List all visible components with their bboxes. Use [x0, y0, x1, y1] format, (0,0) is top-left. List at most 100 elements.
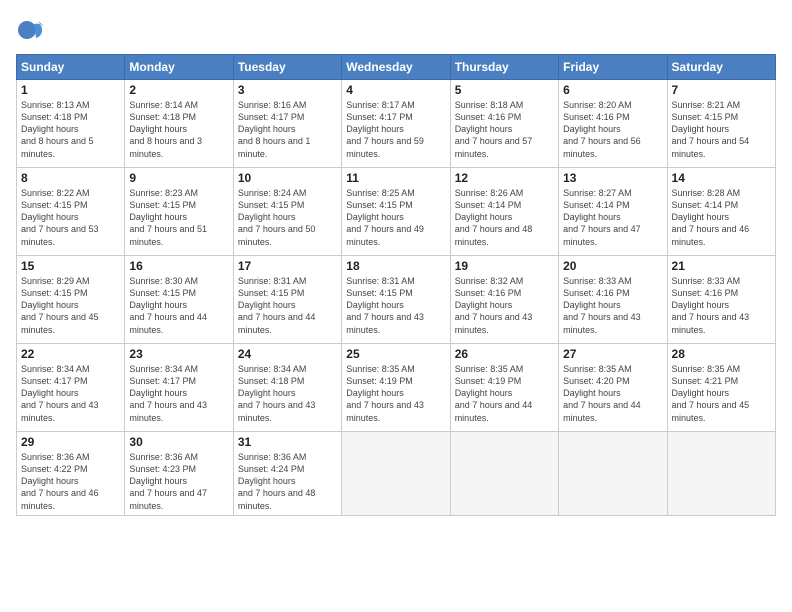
day-number: 6: [563, 83, 662, 97]
calendar-cell: 6 Sunrise: 8:20 AM Sunset: 4:16 PM Dayli…: [559, 80, 667, 168]
day-number: 3: [238, 83, 337, 97]
calendar-cell: 30 Sunrise: 8:36 AM Sunset: 4:23 PM Dayl…: [125, 432, 233, 516]
calendar-cell: 16 Sunrise: 8:30 AM Sunset: 4:15 PM Dayl…: [125, 256, 233, 344]
day-number: 15: [21, 259, 120, 273]
day-info: Sunrise: 8:36 AM Sunset: 4:22 PM Dayligh…: [21, 451, 120, 512]
day-info: Sunrise: 8:16 AM Sunset: 4:17 PM Dayligh…: [238, 99, 337, 160]
day-info: Sunrise: 8:14 AM Sunset: 4:18 PM Dayligh…: [129, 99, 228, 160]
calendar-cell: 28 Sunrise: 8:35 AM Sunset: 4:21 PM Dayl…: [667, 344, 775, 432]
week-row-2: 8 Sunrise: 8:22 AM Sunset: 4:15 PM Dayli…: [17, 168, 776, 256]
calendar-cell: 3 Sunrise: 8:16 AM Sunset: 4:17 PM Dayli…: [233, 80, 341, 168]
day-number: 13: [563, 171, 662, 185]
day-number: 18: [346, 259, 445, 273]
day-info: Sunrise: 8:36 AM Sunset: 4:24 PM Dayligh…: [238, 451, 337, 512]
header-row: SundayMondayTuesdayWednesdayThursdayFrid…: [17, 55, 776, 80]
day-info: Sunrise: 8:32 AM Sunset: 4:16 PM Dayligh…: [455, 275, 554, 336]
week-row-3: 15 Sunrise: 8:29 AM Sunset: 4:15 PM Dayl…: [17, 256, 776, 344]
day-number: 14: [672, 171, 771, 185]
calendar-table: SundayMondayTuesdayWednesdayThursdayFrid…: [16, 54, 776, 516]
day-number: 31: [238, 435, 337, 449]
calendar-cell: 21 Sunrise: 8:33 AM Sunset: 4:16 PM Dayl…: [667, 256, 775, 344]
day-info: Sunrise: 8:22 AM Sunset: 4:15 PM Dayligh…: [21, 187, 120, 248]
calendar-cell: 13 Sunrise: 8:27 AM Sunset: 4:14 PM Dayl…: [559, 168, 667, 256]
calendar-cell: 2 Sunrise: 8:14 AM Sunset: 4:18 PM Dayli…: [125, 80, 233, 168]
day-info: Sunrise: 8:18 AM Sunset: 4:16 PM Dayligh…: [455, 99, 554, 160]
day-number: 7: [672, 83, 771, 97]
header: [16, 16, 776, 44]
calendar-cell: 25 Sunrise: 8:35 AM Sunset: 4:19 PM Dayl…: [342, 344, 450, 432]
calendar-cell: 31 Sunrise: 8:36 AM Sunset: 4:24 PM Dayl…: [233, 432, 341, 516]
calendar-cell: 11 Sunrise: 8:25 AM Sunset: 4:15 PM Dayl…: [342, 168, 450, 256]
day-header-sunday: Sunday: [17, 55, 125, 80]
day-number: 16: [129, 259, 228, 273]
day-number: 12: [455, 171, 554, 185]
day-header-friday: Friday: [559, 55, 667, 80]
calendar-cell: 20 Sunrise: 8:33 AM Sunset: 4:16 PM Dayl…: [559, 256, 667, 344]
day-info: Sunrise: 8:35 AM Sunset: 4:20 PM Dayligh…: [563, 363, 662, 424]
day-header-monday: Monday: [125, 55, 233, 80]
day-info: Sunrise: 8:35 AM Sunset: 4:19 PM Dayligh…: [455, 363, 554, 424]
calendar-cell: [559, 432, 667, 516]
day-header-wednesday: Wednesday: [342, 55, 450, 80]
calendar-cell: 7 Sunrise: 8:21 AM Sunset: 4:15 PM Dayli…: [667, 80, 775, 168]
page: SundayMondayTuesdayWednesdayThursdayFrid…: [0, 0, 792, 612]
day-number: 21: [672, 259, 771, 273]
day-info: Sunrise: 8:27 AM Sunset: 4:14 PM Dayligh…: [563, 187, 662, 248]
calendar-cell: 5 Sunrise: 8:18 AM Sunset: 4:16 PM Dayli…: [450, 80, 558, 168]
day-number: 1: [21, 83, 120, 97]
day-info: Sunrise: 8:33 AM Sunset: 4:16 PM Dayligh…: [563, 275, 662, 336]
calendar-cell: 9 Sunrise: 8:23 AM Sunset: 4:15 PM Dayli…: [125, 168, 233, 256]
calendar-cell: 22 Sunrise: 8:34 AM Sunset: 4:17 PM Dayl…: [17, 344, 125, 432]
day-info: Sunrise: 8:17 AM Sunset: 4:17 PM Dayligh…: [346, 99, 445, 160]
week-row-4: 22 Sunrise: 8:34 AM Sunset: 4:17 PM Dayl…: [17, 344, 776, 432]
calendar-cell: 17 Sunrise: 8:31 AM Sunset: 4:15 PM Dayl…: [233, 256, 341, 344]
day-number: 28: [672, 347, 771, 361]
calendar-cell: 8 Sunrise: 8:22 AM Sunset: 4:15 PM Dayli…: [17, 168, 125, 256]
day-info: Sunrise: 8:35 AM Sunset: 4:21 PM Dayligh…: [672, 363, 771, 424]
calendar-cell: 24 Sunrise: 8:34 AM Sunset: 4:18 PM Dayl…: [233, 344, 341, 432]
day-number: 8: [21, 171, 120, 185]
logo-icon: [16, 16, 44, 44]
day-info: Sunrise: 8:13 AM Sunset: 4:18 PM Dayligh…: [21, 99, 120, 160]
day-info: Sunrise: 8:29 AM Sunset: 4:15 PM Dayligh…: [21, 275, 120, 336]
calendar-cell: 18 Sunrise: 8:31 AM Sunset: 4:15 PM Dayl…: [342, 256, 450, 344]
calendar-cell: [667, 432, 775, 516]
day-number: 19: [455, 259, 554, 273]
calendar-cell: [450, 432, 558, 516]
day-number: 22: [21, 347, 120, 361]
day-number: 4: [346, 83, 445, 97]
calendar-cell: 4 Sunrise: 8:17 AM Sunset: 4:17 PM Dayli…: [342, 80, 450, 168]
day-header-saturday: Saturday: [667, 55, 775, 80]
day-info: Sunrise: 8:35 AM Sunset: 4:19 PM Dayligh…: [346, 363, 445, 424]
day-info: Sunrise: 8:34 AM Sunset: 4:17 PM Dayligh…: [129, 363, 228, 424]
day-number: 17: [238, 259, 337, 273]
calendar-cell: 12 Sunrise: 8:26 AM Sunset: 4:14 PM Dayl…: [450, 168, 558, 256]
week-row-5: 29 Sunrise: 8:36 AM Sunset: 4:22 PM Dayl…: [17, 432, 776, 516]
calendar-cell: 23 Sunrise: 8:34 AM Sunset: 4:17 PM Dayl…: [125, 344, 233, 432]
logo: [16, 16, 48, 44]
day-info: Sunrise: 8:25 AM Sunset: 4:15 PM Dayligh…: [346, 187, 445, 248]
week-row-1: 1 Sunrise: 8:13 AM Sunset: 4:18 PM Dayli…: [17, 80, 776, 168]
day-number: 2: [129, 83, 228, 97]
day-info: Sunrise: 8:31 AM Sunset: 4:15 PM Dayligh…: [238, 275, 337, 336]
day-info: Sunrise: 8:24 AM Sunset: 4:15 PM Dayligh…: [238, 187, 337, 248]
calendar-cell: 27 Sunrise: 8:35 AM Sunset: 4:20 PM Dayl…: [559, 344, 667, 432]
day-number: 9: [129, 171, 228, 185]
day-info: Sunrise: 8:21 AM Sunset: 4:15 PM Dayligh…: [672, 99, 771, 160]
day-header-thursday: Thursday: [450, 55, 558, 80]
day-info: Sunrise: 8:23 AM Sunset: 4:15 PM Dayligh…: [129, 187, 228, 248]
day-number: 23: [129, 347, 228, 361]
calendar-cell: 15 Sunrise: 8:29 AM Sunset: 4:15 PM Dayl…: [17, 256, 125, 344]
day-info: Sunrise: 8:26 AM Sunset: 4:14 PM Dayligh…: [455, 187, 554, 248]
calendar-cell: [342, 432, 450, 516]
calendar-cell: 19 Sunrise: 8:32 AM Sunset: 4:16 PM Dayl…: [450, 256, 558, 344]
calendar-cell: 29 Sunrise: 8:36 AM Sunset: 4:22 PM Dayl…: [17, 432, 125, 516]
day-info: Sunrise: 8:33 AM Sunset: 4:16 PM Dayligh…: [672, 275, 771, 336]
day-number: 5: [455, 83, 554, 97]
day-info: Sunrise: 8:31 AM Sunset: 4:15 PM Dayligh…: [346, 275, 445, 336]
day-number: 11: [346, 171, 445, 185]
calendar-cell: 14 Sunrise: 8:28 AM Sunset: 4:14 PM Dayl…: [667, 168, 775, 256]
day-number: 26: [455, 347, 554, 361]
day-number: 30: [129, 435, 228, 449]
day-number: 20: [563, 259, 662, 273]
